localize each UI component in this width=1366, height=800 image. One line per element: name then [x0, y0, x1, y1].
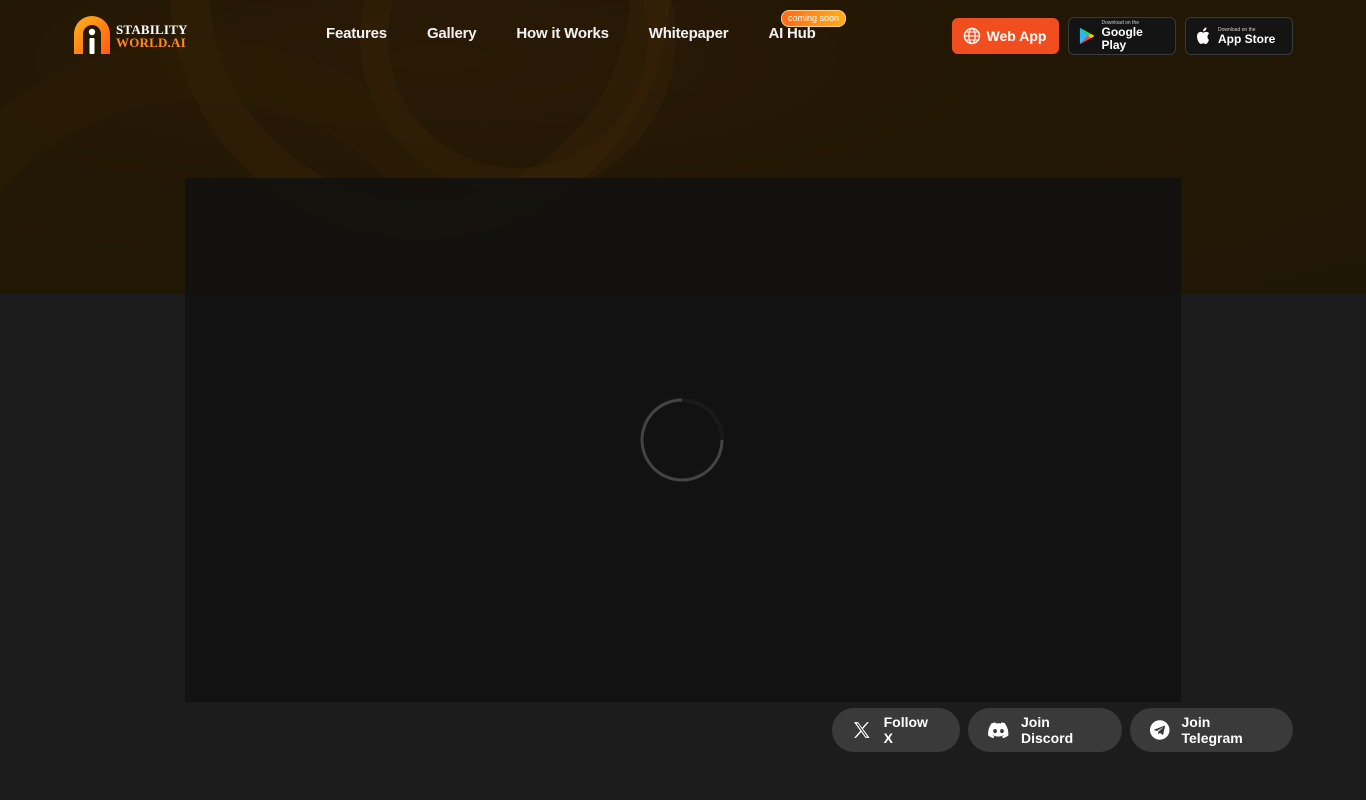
- google-play-icon: [1079, 27, 1095, 45]
- nav-gallery[interactable]: Gallery: [427, 25, 477, 42]
- nav-ai-hub[interactable]: AI Hub: [768, 25, 815, 42]
- join-discord-button[interactable]: Join Discord: [968, 708, 1122, 752]
- google-play-button[interactable]: Download on the Google Play: [1068, 17, 1176, 55]
- telegram-icon: [1150, 720, 1170, 740]
- discord-label: Join Discord: [1021, 714, 1074, 746]
- discord-icon: [988, 722, 1009, 739]
- follow-x-button[interactable]: Follow X: [832, 708, 960, 752]
- brand-logo[interactable]: STABILITY WORLD.AI: [72, 16, 188, 56]
- logo-icon: [74, 16, 110, 54]
- app-store-button[interactable]: Download on the App Store: [1185, 17, 1293, 55]
- google-play-label: Google Play: [1101, 25, 1143, 52]
- globe-icon: [963, 27, 980, 45]
- web-app-button[interactable]: Web App: [952, 18, 1059, 54]
- x-icon: [853, 722, 870, 738]
- app-store-label: App Store: [1218, 31, 1276, 46]
- site-header: STABILITY WORLD.AI Features Gallery How …: [0, 0, 1366, 72]
- brand-line-2: WORLD.AI: [116, 35, 186, 50]
- follow-x-label: Follow X: [883, 714, 928, 746]
- nav-features[interactable]: Features: [326, 25, 387, 42]
- nav-whitepaper[interactable]: Whitepaper: [649, 25, 729, 42]
- main-nav: Features Gallery How it Works Whitepaper…: [326, 25, 816, 42]
- telegram-label: Join Telegram: [1181, 714, 1243, 746]
- join-telegram-button[interactable]: Join Telegram: [1130, 708, 1293, 752]
- web-app-label: Web App: [986, 28, 1047, 44]
- loading-spinner: [640, 398, 724, 482]
- coming-soon-badge: coming soon: [781, 10, 847, 27]
- apple-icon: [1197, 27, 1210, 44]
- nav-how-it-works[interactable]: How it Works: [516, 25, 609, 42]
